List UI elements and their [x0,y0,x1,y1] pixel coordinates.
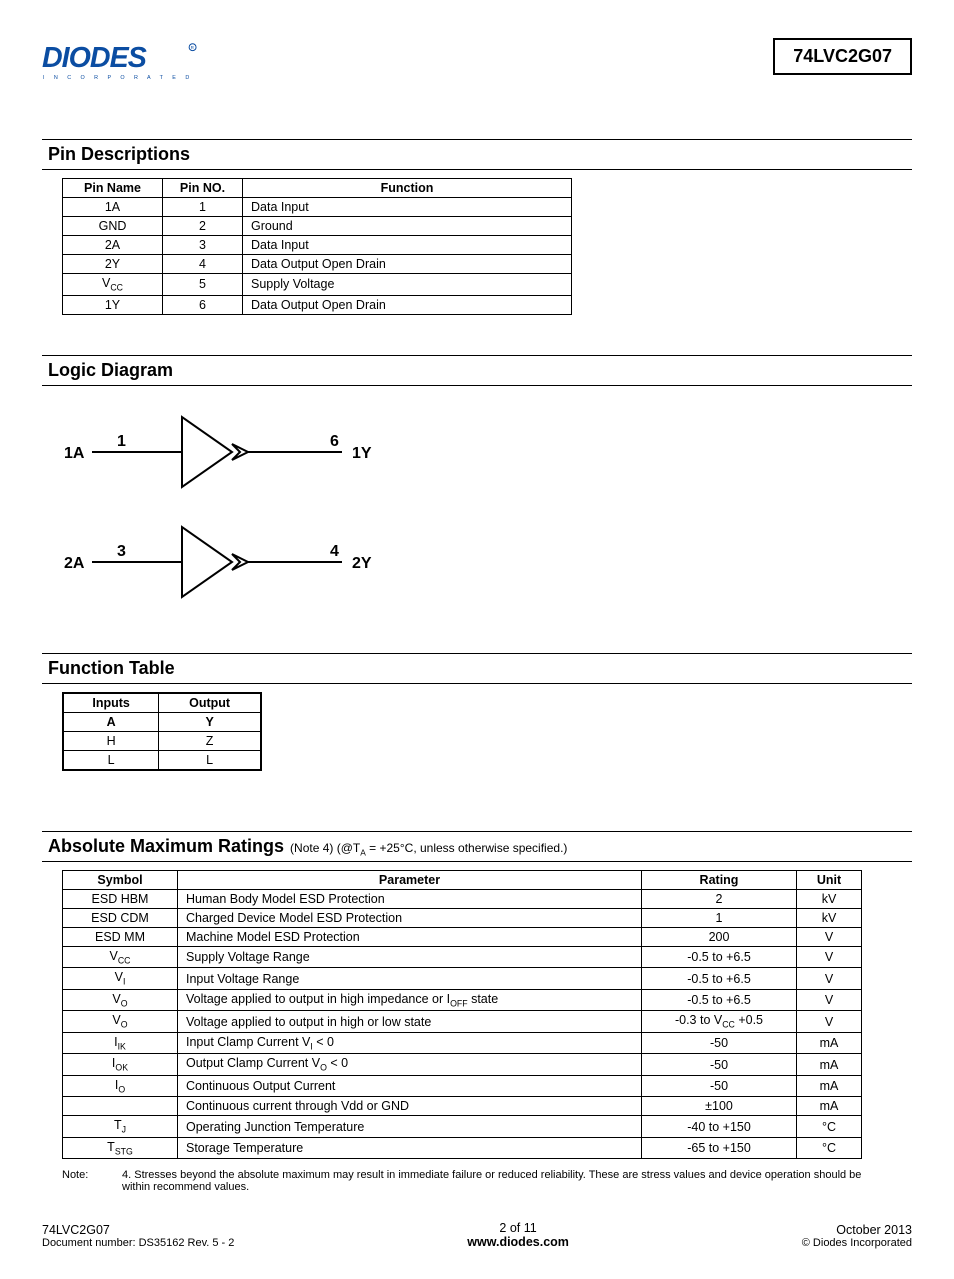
table-row: 2A3Data Input [63,236,572,255]
footer-right: October 2013 © Diodes Incorporated [802,1223,912,1249]
section-title-amr: Absolute Maximum Ratings (Note 4) (@TA =… [42,832,912,862]
pin-th-func: Function [243,179,572,198]
section-title-function-table: Function Table [42,654,912,684]
note-text: 4. Stresses beyond the absolute maximum … [122,1169,862,1193]
table-row: IOKOutput Clamp Current VO < 0-50mA [63,1054,862,1076]
label-1a: 1A [64,445,85,462]
table-row: TSTGStorage Temperature-65 to +150°C [63,1137,862,1159]
label-pin3: 3 [117,543,126,560]
table-row: VCCSupply Voltage Range-0.5 to +6.5V [63,946,862,968]
table-row: LL [63,750,261,770]
table-row: VOVoltage applied to output in high or l… [63,1011,862,1033]
table-row: IOContinuous Output Current-50mA [63,1075,862,1097]
footer-center: 2 of 11 www.diodes.com [467,1221,569,1249]
logic-diagram: 1A 1 6 1Y 2A 3 4 2Y [62,402,912,625]
label-pin6: 6 [330,433,339,450]
svg-text:R: R [191,45,194,50]
table-row: 2Y4Data Output Open Drain [63,255,572,274]
footer-left: 74LVC2G07 Document number: DS35162 Rev. … [42,1223,234,1249]
section-title-pin-descriptions: Pin Descriptions [42,140,912,170]
table-row: ESD HBMHuman Body Model ESD Protection2k… [63,889,862,908]
table-row: IIKInput Clamp Current VI < 0-50mA [63,1032,862,1054]
vcc-cell: VCC [63,274,163,296]
table-row: ESD CDMCharged Device Model ESD Protecti… [63,908,862,927]
table-row: TJOperating Junction Temperature-40 to +… [63,1116,862,1138]
table-row: ESD MMMachine Model ESD Protection200V [63,927,862,946]
pin-th-no: Pin NO. [163,179,243,198]
table-row: VIInput Voltage Range-0.5 to +6.5V [63,968,862,990]
label-2a: 2A [64,555,85,572]
page-footer: 74LVC2G07 Document number: DS35162 Rev. … [42,1221,912,1249]
table-row: 1Y6Data Output Open Drain [63,295,572,314]
table-row: VCC5Supply Voltage [63,274,572,296]
amr-note: Note: 4. Stresses beyond the absolute ma… [62,1169,862,1193]
table-row: Continuous current through Vdd or GND±10… [63,1097,862,1116]
table-row: GND2Ground [63,217,572,236]
label-2y: 2Y [352,555,372,572]
pin-descriptions-table: Pin Name Pin NO. Function 1A1Data Input … [62,178,572,315]
page-header: DIODES R I N C O R P O R A T E D 74LVC2G… [42,38,912,91]
amr-table: Symbol Parameter Rating Unit ESD HBMHuma… [62,870,862,1160]
section-title-logic-diagram: Logic Diagram [42,356,912,386]
table-row: HZ [63,731,261,750]
function-table: InputsOutput AY HZ LL [62,692,262,771]
amr-heading: Absolute Maximum Ratings [48,836,284,857]
label-pin4: 4 [330,543,339,560]
part-number-box: 74LVC2G07 [773,38,912,75]
table-row: 1A1Data Input [63,198,572,217]
label-1y: 1Y [352,445,372,462]
label-pin1: 1 [117,433,126,450]
pin-th-name: Pin Name [63,179,163,198]
svg-text:DIODES: DIODES [42,42,147,74]
diodes-logo: DIODES R I N C O R P O R A T E D [42,38,200,91]
amr-condition: (Note 4) (@TA = +25°C, unless otherwise … [290,841,567,857]
note-label: Note: [62,1169,100,1193]
svg-text:I N C O R P O R A T E D: I N C O R P O R A T E D [43,75,193,81]
table-row: VOVoltage applied to output in high impe… [63,989,862,1011]
